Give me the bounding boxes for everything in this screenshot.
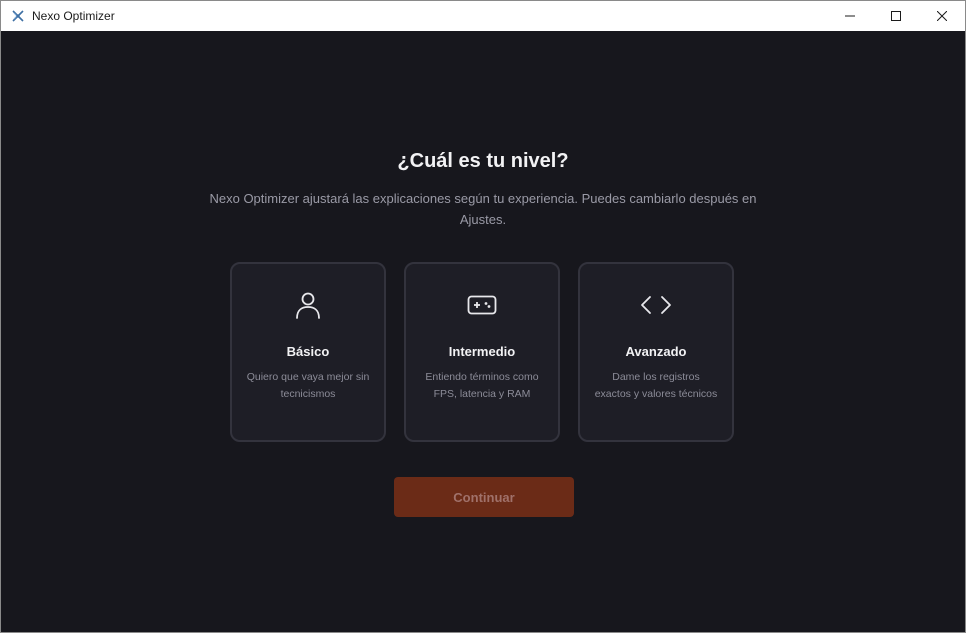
title-bar: Nexo Optimizer bbox=[1, 1, 965, 31]
page-subtitle: Nexo Optimizer ajustará las explicacione… bbox=[209, 191, 757, 227]
level-card-basic[interactable]: Básico Quiero que vaya mejor sin tecnici… bbox=[230, 262, 386, 442]
level-card-title: Básico bbox=[286, 344, 330, 359]
window-title: Nexo Optimizer bbox=[32, 9, 115, 23]
level-card-intermediate[interactable]: Intermedio Entiendo términos como FPS, l… bbox=[404, 262, 560, 442]
user-icon bbox=[232, 290, 384, 320]
level-card-description: Quiero que vaya mejor sin tecnicismos bbox=[246, 371, 370, 400]
maximize-icon bbox=[891, 11, 901, 21]
code-icon bbox=[580, 290, 732, 320]
level-card-description: Entiendo términos como FPS, latencia y R… bbox=[425, 371, 539, 400]
page-title: ¿Cuál es tu nivel? bbox=[397, 150, 569, 172]
level-card-description: Dame los registros exactos y valores téc… bbox=[594, 371, 718, 400]
maximize-button[interactable] bbox=[873, 1, 919, 31]
app-window: Nexo Optimizer ¿Cuál es tu nivel? Nexo O… bbox=[0, 0, 966, 633]
level-card-advanced[interactable]: Avanzado Dame los registros exactos y va… bbox=[578, 262, 734, 442]
level-card-title: Avanzado bbox=[625, 344, 687, 359]
level-card-title: Intermedio bbox=[448, 344, 516, 359]
level-options: Básico Quiero que vaya mejor sin tecnici… bbox=[230, 262, 738, 444]
app-logo-icon bbox=[10, 8, 26, 24]
main-content: ¿Cuál es tu nivel? Nexo Optimizer ajusta… bbox=[1, 32, 965, 632]
close-button[interactable] bbox=[919, 1, 965, 31]
close-icon bbox=[937, 11, 947, 21]
minimize-icon bbox=[845, 15, 855, 17]
continue-button[interactable]: Continuar bbox=[394, 477, 574, 517]
gamepad-icon bbox=[406, 290, 558, 320]
window-controls bbox=[827, 1, 965, 31]
minimize-button[interactable] bbox=[827, 1, 873, 31]
